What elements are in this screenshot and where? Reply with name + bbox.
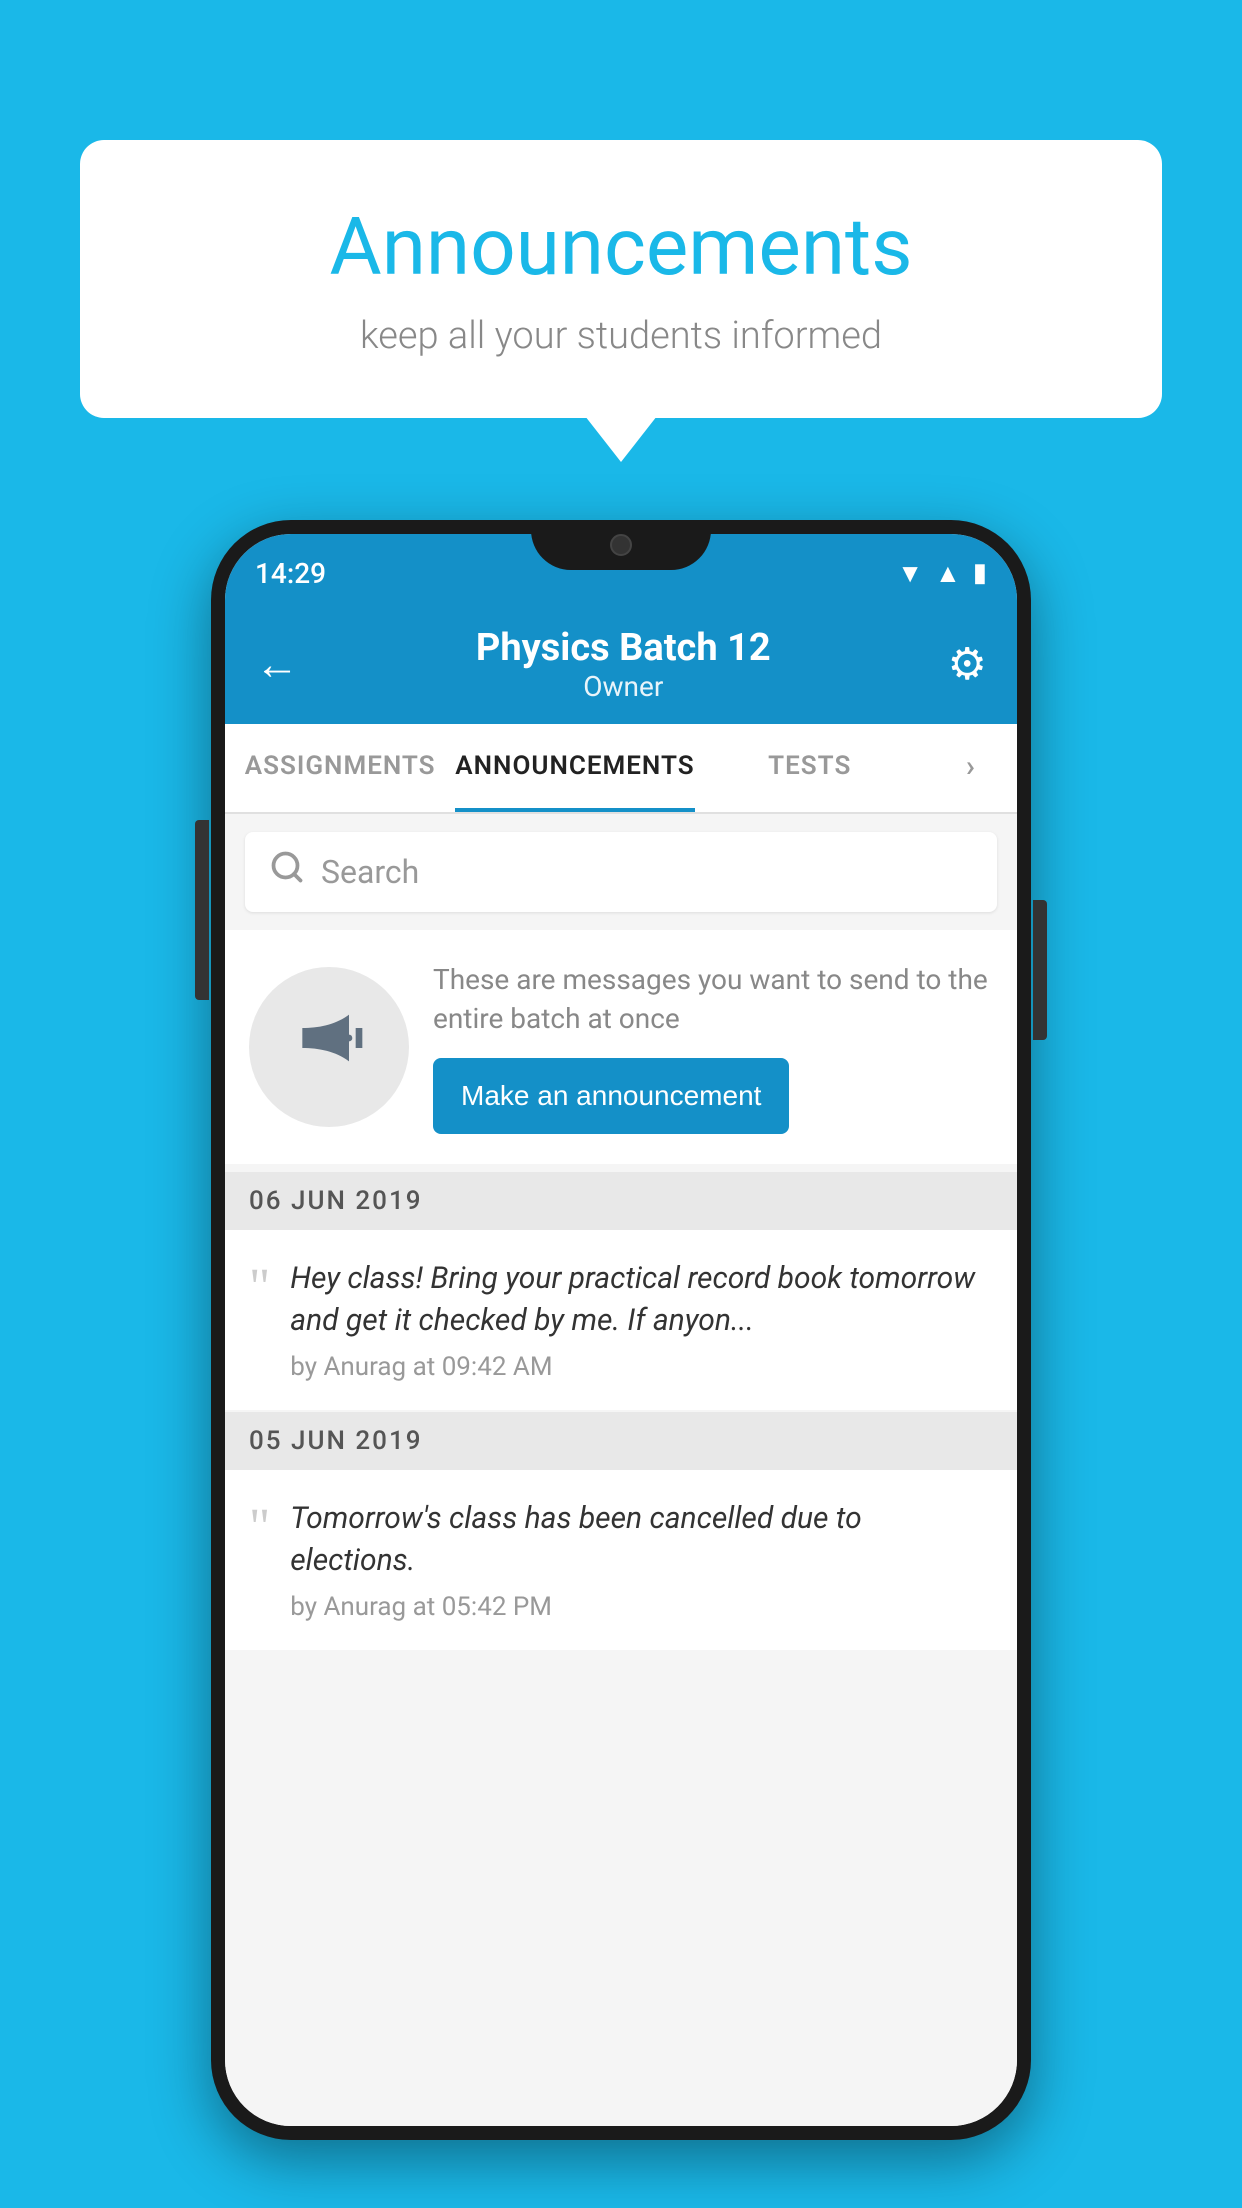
- megaphone-icon: [289, 998, 369, 1096]
- announcement-item-2[interactable]: " Tomorrow's class has been cancelled du…: [225, 1470, 1017, 1650]
- announcement-text-2: Tomorrow's class has been cancelled due …: [290, 1498, 993, 1582]
- speech-bubble-area: Announcements keep all your students inf…: [80, 140, 1162, 418]
- content-area: Search These are messages you want to: [225, 814, 1017, 2126]
- search-icon: [269, 849, 305, 895]
- phone-screen: 14:29 ▼ ▲ ▮ ← Physics Batch 12 Owner ⚙ A…: [225, 534, 1017, 2126]
- battery-icon: ▮: [973, 558, 987, 588]
- tab-assignments[interactable]: ASSIGNMENTS: [225, 724, 455, 812]
- batch-name: Physics Batch 12: [299, 626, 948, 670]
- announcement-meta-2: by Anurag at 05:42 PM: [290, 1592, 993, 1622]
- search-bar[interactable]: Search: [245, 832, 997, 912]
- date-divider-2: 05 JUN 2019: [225, 1412, 1017, 1470]
- megaphone-circle: [249, 967, 409, 1127]
- camera-dot: [610, 534, 632, 556]
- speech-bubble: Announcements keep all your students inf…: [80, 140, 1162, 418]
- announcement-text-1: Hey class! Bring your practical record b…: [290, 1258, 993, 1342]
- quote-icon-2: ": [249, 1502, 270, 1554]
- status-time: 14:29: [255, 557, 326, 590]
- status-icons: ▼ ▲ ▮: [897, 558, 987, 589]
- back-button[interactable]: ←: [255, 638, 299, 690]
- prompt-right: These are messages you want to send to t…: [433, 960, 993, 1134]
- date-divider-1: 06 JUN 2019: [225, 1172, 1017, 1230]
- announcement-item-1[interactable]: " Hey class! Bring your practical record…: [225, 1230, 1017, 1410]
- speech-bubble-title: Announcements: [160, 200, 1082, 294]
- phone-mockup: 14:29 ▼ ▲ ▮ ← Physics Batch 12 Owner ⚙ A…: [211, 520, 1031, 2140]
- speech-bubble-subtitle: keep all your students informed: [160, 314, 1082, 358]
- quote-icon-1: ": [249, 1262, 270, 1314]
- tab-tests[interactable]: TESTS: [695, 724, 925, 812]
- tab-more[interactable]: ›: [925, 724, 1017, 812]
- make-announcement-button[interactable]: Make an announcement: [433, 1058, 789, 1134]
- phone-notch: [531, 520, 711, 570]
- prompt-description: These are messages you want to send to t…: [433, 960, 993, 1038]
- wifi-icon: ▼: [897, 558, 923, 589]
- header-title-area: Physics Batch 12 Owner: [299, 626, 948, 703]
- header-role: Owner: [299, 670, 948, 703]
- announcement-meta-1: by Anurag at 09:42 AM: [290, 1352, 993, 1382]
- search-placeholder: Search: [321, 853, 419, 891]
- signal-icon: ▲: [935, 558, 961, 589]
- tabs-bar: ASSIGNMENTS ANNOUNCEMENTS TESTS ›: [225, 724, 1017, 814]
- tab-announcements[interactable]: ANNOUNCEMENTS: [455, 724, 694, 812]
- settings-icon[interactable]: ⚙: [948, 638, 987, 690]
- app-header: ← Physics Batch 12 Owner ⚙: [225, 604, 1017, 724]
- announcement-content-2: Tomorrow's class has been cancelled due …: [290, 1498, 993, 1622]
- announcement-content-1: Hey class! Bring your practical record b…: [290, 1258, 993, 1382]
- announcement-prompt: These are messages you want to send to t…: [225, 930, 1017, 1164]
- phone-outer: 14:29 ▼ ▲ ▮ ← Physics Batch 12 Owner ⚙ A…: [211, 520, 1031, 2140]
